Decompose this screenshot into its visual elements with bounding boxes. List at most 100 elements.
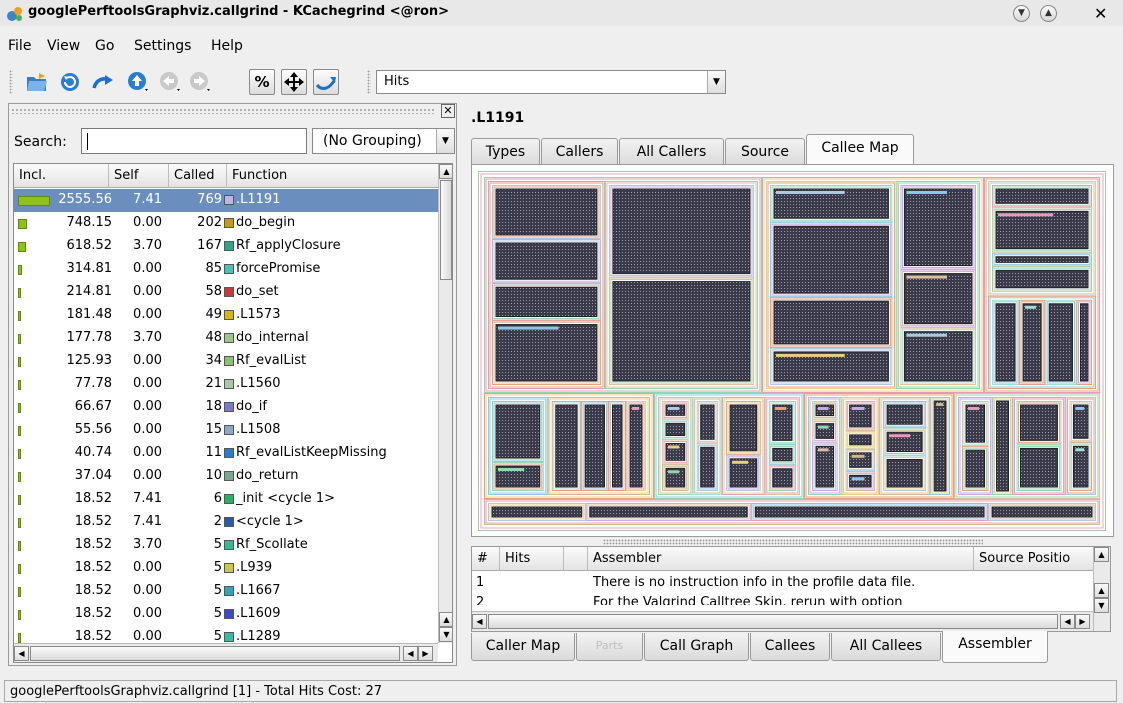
treemap-cell[interactable] — [995, 188, 1089, 204]
scrollbar-thumb[interactable] — [440, 180, 452, 280]
treemap-cell[interactable] — [903, 331, 973, 382]
treemap-cell[interactable] — [886, 459, 923, 488]
treemap-cell[interactable] — [991, 506, 1093, 518]
open-file-icon[interactable] — [24, 69, 50, 95]
table-row[interactable]: 177.78 3.70 48 do_internal — [14, 327, 438, 350]
scroll-up-icon[interactable]: ▲ — [439, 164, 452, 179]
table-row[interactable]: 18.52 0.00 5 .L939 — [14, 557, 438, 580]
treemap-cell[interactable] — [936, 403, 944, 406]
treemap-cell[interactable] — [996, 400, 1010, 492]
treemap-cell[interactable] — [815, 445, 835, 488]
column-number[interactable]: # — [472, 547, 500, 571]
tab-callee-map[interactable]: Callee Map — [806, 134, 914, 166]
treemap-cell[interactable] — [849, 434, 872, 446]
scroll-down-icon[interactable]: ▼ — [439, 627, 452, 642]
treemap-cell[interactable] — [629, 404, 643, 488]
menu-view[interactable]: View — [47, 38, 80, 54]
treemap-cell[interactable] — [903, 188, 973, 267]
table-row[interactable]: 55.56 0.00 15 .L1508 — [14, 419, 438, 442]
close-window-icon[interactable]: ✕ — [1094, 4, 1107, 23]
treemap-cell[interactable] — [1025, 305, 1036, 309]
scrollbar-thumb[interactable] — [488, 614, 1058, 629]
scroll-down-icon[interactable]: ▼ — [1094, 598, 1109, 613]
minimize-icon[interactable]: ▼ — [1013, 5, 1030, 22]
tab-source[interactable]: Source — [725, 138, 805, 166]
treemap-cell[interactable] — [498, 468, 525, 472]
treemap-cell[interactable] — [612, 188, 751, 275]
menu-file[interactable]: File — [8, 38, 31, 54]
treemap-cell[interactable] — [772, 447, 793, 462]
column-assembler[interactable]: Assembler — [588, 547, 974, 571]
treemap-cell[interactable] — [906, 191, 947, 194]
treemap-cell[interactable] — [906, 275, 947, 279]
treemap-cell[interactable] — [665, 404, 686, 416]
treemap-cell[interactable] — [1020, 447, 1058, 488]
vertical-scrollbar[interactable]: ▲ ▲ ▼ — [1093, 547, 1110, 631]
treemap-cell[interactable] — [906, 333, 947, 337]
treemap-cell[interactable] — [1048, 303, 1073, 382]
tab-parts[interactable]: Parts — [576, 633, 643, 661]
tab-callees[interactable]: Callees — [750, 633, 830, 661]
close-panel-icon[interactable]: ✕ — [441, 104, 455, 118]
treemap-cell[interactable] — [818, 448, 829, 452]
treemap-cell[interactable] — [851, 407, 865, 410]
treemap-cell[interactable] — [995, 256, 1089, 263]
tab-call-graph[interactable]: Call Graph — [644, 633, 749, 661]
treemap-cell[interactable] — [700, 404, 715, 440]
grouping-select[interactable]: (No Grouping) ▼ — [312, 128, 455, 154]
treemap-cell[interactable] — [965, 404, 986, 443]
treemap-cell[interactable] — [889, 434, 911, 438]
table-row[interactable]: 748.15 0.00 202 do_begin — [14, 212, 438, 235]
scroll-up-icon[interactable]: ▲ — [1094, 583, 1109, 598]
treemap-cell[interactable] — [495, 188, 598, 236]
menu-settings[interactable]: Settings — [134, 38, 191, 54]
treemap-cell[interactable] — [1022, 303, 1042, 382]
menu-go[interactable]: Go — [95, 38, 114, 54]
event-type-select[interactable]: Hits ▼ — [376, 70, 726, 94]
table-row[interactable]: 66.67 0.00 18 do_if — [14, 396, 438, 419]
treemap-cell[interactable] — [776, 353, 845, 357]
scroll-up-icon[interactable]: ▲ — [439, 612, 452, 627]
treemap-cell[interactable] — [665, 422, 686, 437]
treemap-cell[interactable] — [1079, 303, 1089, 382]
tab-types[interactable]: Types — [471, 138, 540, 166]
treemap-cell[interactable] — [584, 404, 605, 488]
treemap-cell[interactable] — [1072, 445, 1089, 488]
treemap-cell[interactable] — [1020, 404, 1058, 441]
table-row[interactable]: 77.78 0.00 21 .L1560 — [14, 373, 438, 396]
scroll-up-icon[interactable]: ▲ — [1094, 547, 1109, 562]
menu-help[interactable]: Help — [211, 38, 243, 54]
table-row[interactable]: 40.74 0.00 11 Rf_evalListKeepMissing — [14, 442, 438, 465]
column-incl[interactable]: Incl. — [14, 164, 109, 188]
treemap-cell[interactable] — [995, 303, 1016, 382]
callee-map-view[interactable] — [471, 164, 1114, 537]
treemap-cell[interactable] — [772, 404, 793, 441]
treemap-cell[interactable] — [903, 273, 973, 325]
table-row[interactable]: 18.52 0.00 5 .L1667 — [14, 580, 438, 603]
horizontal-scrollbar[interactable]: ◀ ◀ ▶ — [472, 611, 1093, 631]
treemap-cell[interactable] — [495, 286, 598, 318]
table-row[interactable]: 214.81 0.00 58 do_set — [14, 281, 438, 304]
treemap-cell[interactable] — [732, 460, 749, 464]
treemap-cell[interactable] — [700, 446, 715, 488]
treemap-cell[interactable] — [754, 506, 985, 518]
percentage-toggle-icon[interactable]: % — [249, 69, 275, 95]
treemap-cell[interactable] — [555, 404, 578, 488]
treemap-cell[interactable] — [818, 425, 829, 429]
treemap-cell[interactable] — [498, 326, 559, 330]
reload-icon[interactable] — [57, 69, 83, 95]
treemap-cell[interactable] — [632, 407, 640, 410]
table-row[interactable]: 618.52 3.70 167 Rf_applyClosure — [14, 235, 438, 258]
treemap-cell[interactable] — [818, 407, 829, 410]
move-icon[interactable] — [281, 69, 307, 95]
back-icon[interactable] — [157, 69, 183, 95]
treemap-cell[interactable] — [776, 191, 845, 194]
dock-grip[interactable] — [11, 108, 436, 114]
table-row[interactable]: 18.52 0.00 5 .L1289 — [14, 626, 438, 649]
table-row[interactable]: 314.81 0.00 85 forcePromise — [14, 258, 438, 281]
up-icon[interactable] — [125, 69, 151, 95]
table-row[interactable]: 181.48 0.00 49 .L1573 — [14, 304, 438, 327]
callee-treemap[interactable] — [478, 171, 1106, 531]
treemap-cell[interactable] — [773, 300, 889, 345]
treemap-cell[interactable] — [886, 404, 923, 425]
